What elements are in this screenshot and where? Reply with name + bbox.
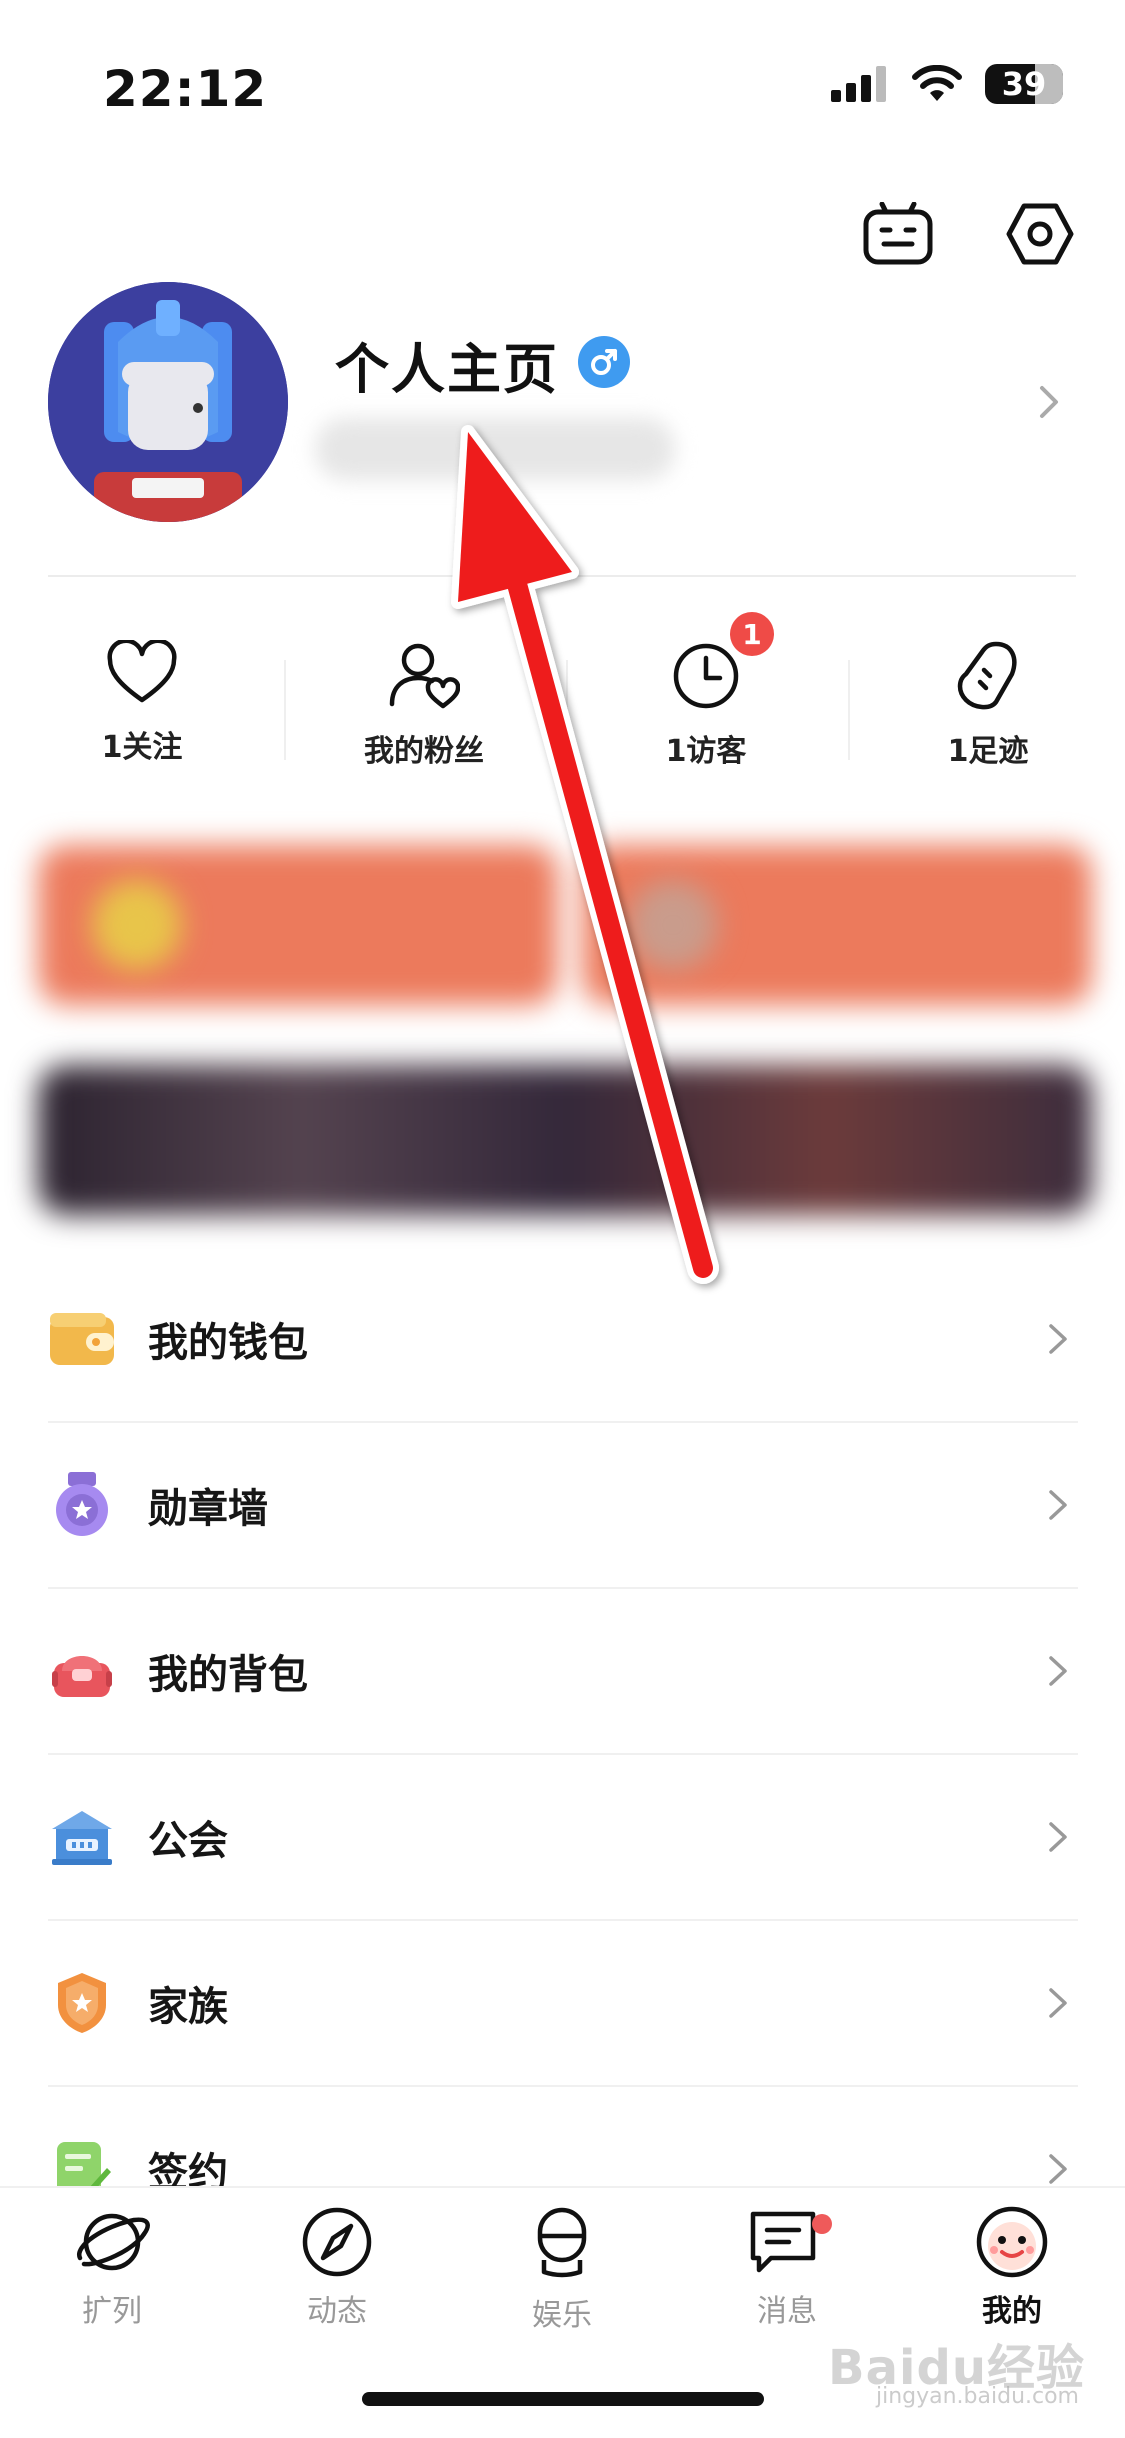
male-gender-icon	[578, 336, 630, 388]
divider	[48, 575, 1076, 577]
tab-expand-label: 扩列	[82, 2294, 142, 2329]
battery-icon: 39	[985, 64, 1063, 104]
tab-entertainment-label: 娱乐	[532, 2298, 592, 2333]
chevron-right-icon	[1038, 1654, 1078, 1688]
stat-footprints[interactable]: 1足迹	[868, 640, 1108, 770]
medal-icon	[48, 1471, 116, 1539]
stat-footprints-label: 1足迹	[947, 734, 1029, 769]
heart-icon	[107, 640, 177, 703]
tab-messages[interactable]: 消息	[707, 2206, 867, 2330]
profile-chevron-right-icon[interactable]	[1036, 384, 1062, 424]
menu-item-family[interactable]: 家族	[48, 1920, 1078, 2086]
footprint-icon	[957, 641, 1017, 710]
clock-icon	[673, 643, 739, 709]
profile-title[interactable]: 个人主页	[335, 325, 559, 404]
blurred-user-id	[315, 418, 675, 480]
tab-mine-label: 我的	[982, 2294, 1042, 2329]
stat-fans-label: 我的粉丝	[364, 734, 484, 769]
stat-visitors-label: 1访客	[665, 734, 747, 769]
unread-dot	[812, 2214, 832, 2234]
watermark-url: jingyan.baidu.com	[875, 2384, 1079, 2409]
tab-messages-label: 消息	[757, 2294, 817, 2329]
planet-icon	[77, 2213, 150, 2271]
home-indicator	[362, 2392, 764, 2406]
tab-entertainment[interactable]: 娱乐	[482, 2206, 642, 2334]
menu-item-guild[interactable]: 公会	[48, 1754, 1078, 1920]
chevron-right-icon	[1038, 2152, 1078, 2186]
wallet-icon	[48, 1305, 116, 1373]
visitor-count-badge: 1	[730, 612, 774, 656]
wifi-icon	[912, 65, 962, 101]
compass-icon	[302, 2207, 372, 2277]
battery-level: 39	[1001, 65, 1047, 103]
chevron-right-icon	[1038, 1488, 1078, 1522]
tab-expand[interactable]: 扩列	[32, 2206, 192, 2330]
stat-separator	[566, 660, 568, 760]
menu-item-medals-label: 勋章墙	[148, 1486, 268, 1532]
stat-separator	[284, 660, 286, 760]
stat-separator	[848, 660, 850, 760]
user-heart-icon	[389, 643, 460, 709]
robot-service-icon[interactable]	[862, 198, 934, 270]
promo-banner-left-icon	[92, 880, 182, 970]
tab-moments-label: 动态	[307, 2294, 367, 2329]
status-icons: 39	[831, 64, 1063, 104]
menu-item-backpack-label: 我的背包	[148, 1652, 308, 1698]
menu-item-guild-label: 公会	[148, 1818, 228, 1864]
stat-following[interactable]: 1关注	[22, 640, 262, 766]
backpack-icon	[48, 1637, 116, 1705]
cellular-signal-icon	[831, 66, 886, 102]
tab-mine[interactable]: 我的	[932, 2206, 1092, 2330]
stat-following-label: 1关注	[101, 730, 183, 765]
profile-face-icon	[976, 2206, 1048, 2278]
menu-item-backpack[interactable]: 我的背包	[48, 1588, 1078, 1754]
settings-icon[interactable]	[1004, 198, 1076, 270]
stat-fans[interactable]: 我的粉丝	[304, 640, 544, 770]
tab-moments[interactable]: 动态	[257, 2206, 417, 2330]
stat-visitors[interactable]: 1访客	[586, 640, 826, 770]
chevron-right-icon	[1038, 1322, 1078, 1356]
avatar[interactable]	[48, 282, 288, 522]
family-shield-icon	[48, 1969, 116, 2037]
status-time: 22:12	[103, 60, 268, 118]
guild-icon	[48, 1803, 116, 1871]
microphone-icon	[537, 2207, 587, 2278]
activity-banner[interactable]	[38, 1065, 1092, 1215]
menu-item-family-label: 家族	[148, 1984, 228, 2030]
chevron-right-icon	[1038, 1986, 1078, 2020]
menu-item-wallet-label: 我的钱包	[148, 1320, 308, 1366]
promo-banner-right-icon	[628, 880, 718, 970]
menu-item-medals[interactable]: 勋章墙	[48, 1422, 1078, 1588]
menu-item-wallet[interactable]: 我的钱包	[48, 1256, 1078, 1422]
chevron-right-icon	[1038, 1820, 1078, 1854]
